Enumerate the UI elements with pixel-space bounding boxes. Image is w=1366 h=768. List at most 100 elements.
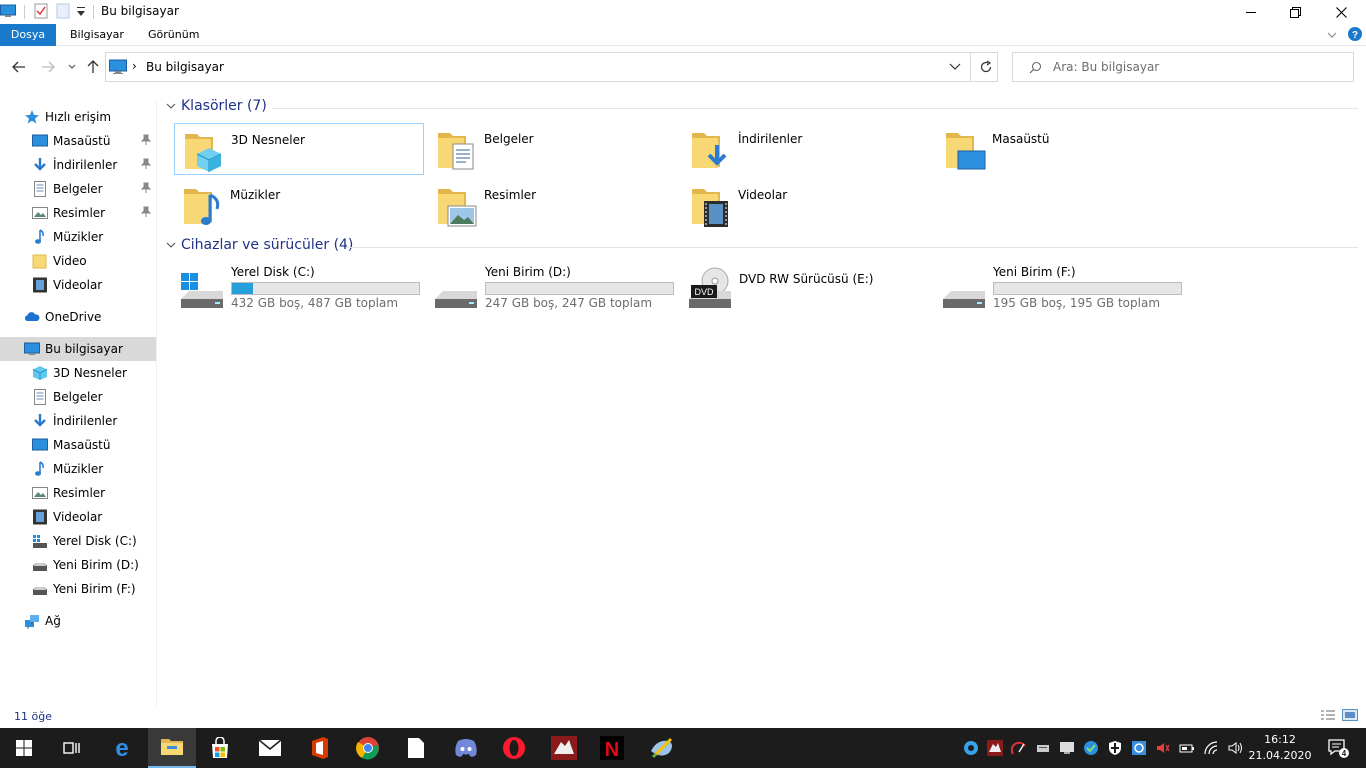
chevron-down-icon[interactable]: [166, 103, 176, 110]
customize-toolbar-icon[interactable]: [76, 6, 86, 18]
group-label: Klasörler (7): [181, 98, 267, 114]
nav-pc-3d-objects[interactable]: 3D Nesneler: [0, 361, 156, 385]
pin-icon[interactable]: [141, 182, 151, 194]
refresh-icon[interactable]: [979, 60, 993, 74]
restore-button[interactable]: [1272, 0, 1318, 24]
wifi-icon[interactable]: [1202, 739, 1220, 757]
nav-quick-videos[interactable]: Videolar: [0, 273, 156, 297]
nav-pc-desktop[interactable]: Masaüstü: [0, 433, 156, 457]
tray-display-icon[interactable]: [1058, 739, 1076, 757]
details-view-icon[interactable]: [1320, 709, 1336, 721]
nav-network[interactable]: Ağ: [0, 609, 156, 633]
task-view-button[interactable]: [48, 728, 96, 768]
nav-quick-music[interactable]: Müzikler: [0, 225, 156, 249]
edge-browser-button[interactable]: e: [98, 728, 146, 768]
drive-f[interactable]: Yeni Birim (F:) 195 GB boş, 195 GB topla…: [937, 265, 1187, 317]
breadcrumb-this-pc[interactable]: Bu bilgisayar: [146, 60, 224, 74]
action-center-button[interactable]: 4: [1318, 728, 1358, 768]
tab-computer[interactable]: Bilgisayar: [58, 24, 136, 46]
drive-c[interactable]: Yerel Disk (C:) 432 GB boş, 487 GB topla…: [175, 265, 425, 317]
expand-ribbon-icon[interactable]: [1326, 29, 1338, 41]
store-button[interactable]: [196, 728, 244, 768]
properties-icon[interactable]: [33, 3, 49, 19]
folder-3d-objects[interactable]: 3D Nesneler: [174, 123, 424, 175]
paint-app-button[interactable]: [638, 728, 686, 768]
nav-label: Video: [53, 254, 87, 268]
tray-speed-icon[interactable]: [1010, 739, 1028, 757]
minimize-button[interactable]: [1228, 0, 1274, 24]
tray-game-icon[interactable]: [986, 739, 1004, 757]
up-button[interactable]: [83, 58, 103, 76]
tray-shield-icon[interactable]: [1106, 739, 1124, 757]
group-header-folders[interactable]: Klasörler (7): [166, 98, 1358, 118]
forward-button[interactable]: [38, 58, 58, 76]
drive-d[interactable]: Yeni Birim (D:) 247 GB boş, 247 GB topla…: [429, 265, 679, 317]
tray-network-app-icon[interactable]: [1130, 739, 1148, 757]
folder-pictures[interactable]: Resimler: [428, 179, 678, 231]
new-folder-icon[interactable]: [56, 3, 70, 19]
nav-this-pc[interactable]: Bu bilgisayar: [0, 337, 156, 361]
address-bar[interactable]: › Bu bilgisayar: [105, 52, 998, 82]
nav-pc-music[interactable]: Müzikler: [0, 457, 156, 481]
back-button[interactable]: [9, 58, 29, 76]
folder-documents[interactable]: Belgeler: [428, 123, 678, 175]
search-box[interactable]: Ara: Bu bilgisayar: [1012, 52, 1354, 82]
tray-sync-icon[interactable]: [1082, 739, 1100, 757]
tray-app-icon[interactable]: [962, 739, 980, 757]
clock[interactable]: 16:12 21.04.2020: [1248, 732, 1312, 764]
nav-pc-documents[interactable]: Belgeler: [0, 385, 156, 409]
pin-icon[interactable]: [141, 158, 151, 170]
discord-button[interactable]: [442, 728, 490, 768]
drive-icon: [32, 581, 48, 597]
game-app-button[interactable]: [540, 728, 588, 768]
volume-icon[interactable]: [1226, 739, 1244, 757]
recent-locations-button[interactable]: [62, 58, 82, 76]
netflix-button[interactable]: N: [588, 728, 636, 768]
folder-desktop[interactable]: Masaüstü: [936, 123, 1186, 175]
close-button[interactable]: [1318, 0, 1364, 24]
nav-pc-drive-f[interactable]: Yeni Birim (F:): [0, 577, 156, 601]
file-explorer-button[interactable]: [148, 728, 196, 768]
folder-videos[interactable]: Videolar: [682, 179, 932, 231]
nav-quick-documents[interactable]: Belgeler: [0, 177, 156, 201]
nav-quick-access[interactable]: Hızlı erişim: [0, 105, 156, 129]
nav-label: Videolar: [53, 278, 103, 292]
search-input[interactable]: Ara: Bu bilgisayar: [1053, 60, 1159, 74]
computer-icon[interactable]: [0, 3, 16, 19]
mail-button[interactable]: [246, 728, 294, 768]
chrome-button[interactable]: [344, 728, 392, 768]
nav-pc-videos[interactable]: Videolar: [0, 505, 156, 529]
nav-pc-pictures[interactable]: Resimler: [0, 481, 156, 505]
chevron-down-icon[interactable]: [166, 242, 176, 249]
pin-icon[interactable]: [141, 206, 151, 218]
folder-downloads[interactable]: İndirilenler: [682, 123, 932, 175]
nav-quick-downloads[interactable]: İndirilenler: [0, 153, 156, 177]
group-header-drives[interactable]: Cihazlar ve sürücüler (4): [166, 237, 1358, 257]
tab-view[interactable]: Görünüm: [136, 24, 211, 46]
computer-icon: [24, 341, 40, 357]
notepad-button[interactable]: [392, 728, 440, 768]
download-icon: [32, 157, 48, 173]
nav-quick-desktop[interactable]: Masaüstü: [0, 129, 156, 153]
tray-device-icon[interactable]: [1034, 739, 1052, 757]
nav-onedrive[interactable]: OneDrive: [0, 305, 156, 329]
nav-pc-drive-d[interactable]: Yeni Birim (D:): [0, 553, 156, 577]
start-button[interactable]: [0, 728, 48, 768]
nav-pc-downloads[interactable]: İndirilenler: [0, 409, 156, 433]
breadcrumb-separator[interactable]: ›: [132, 59, 137, 73]
nav-pc-drive-c[interactable]: Yerel Disk (C:): [0, 529, 156, 553]
office-button[interactable]: [296, 728, 344, 768]
address-dropdown-icon[interactable]: [949, 63, 961, 71]
pin-icon[interactable]: [141, 134, 151, 146]
drive-e-dvd[interactable]: DVD DVD RW Sürücüsü (E:): [683, 265, 933, 317]
nav-quick-video[interactable]: Video: [0, 249, 156, 273]
opera-button[interactable]: [490, 728, 538, 768]
tray-volume-alert-icon[interactable]: [1154, 739, 1172, 757]
nav-quick-pictures[interactable]: Resimler: [0, 201, 156, 225]
cube-icon: [32, 365, 48, 381]
battery-icon[interactable]: [1178, 739, 1196, 757]
folder-music[interactable]: Müzikler: [174, 179, 424, 231]
help-icon[interactable]: ?: [1348, 27, 1362, 41]
large-icons-view-icon[interactable]: [1342, 709, 1358, 721]
tab-file[interactable]: Dosya: [0, 24, 56, 46]
